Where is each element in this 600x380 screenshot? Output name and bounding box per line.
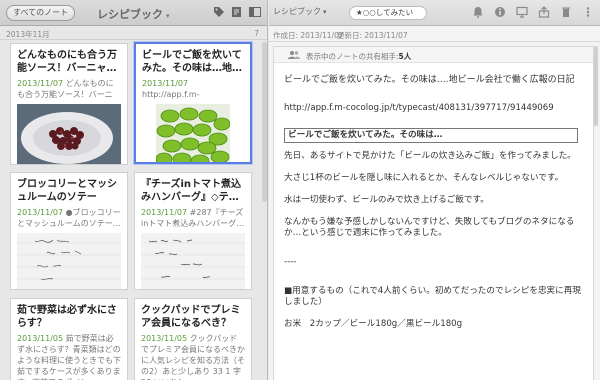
note-link[interactable]: http://app.f.m-cocolog.jp/t/typecast/408… bbox=[284, 103, 583, 114]
note-scrollbar[interactable] bbox=[594, 46, 598, 126]
present-icon[interactable] bbox=[516, 6, 528, 18]
note-thumbnail-handwriting bbox=[17, 233, 121, 289]
info-icon[interactable] bbox=[494, 6, 506, 18]
note-card-title: クックパッドでプレミア会員になるべき？ bbox=[141, 305, 241, 329]
note-list-scrollbar[interactable] bbox=[262, 42, 267, 202]
note-card-snippet: 2013/11/07 #287『チーズinトマト煮込みハンバーグ… bbox=[141, 207, 245, 229]
people-icon bbox=[288, 50, 300, 62]
note-card-title: 『チーズinトマト煮込みハンバーグ』◇テ… bbox=[141, 179, 242, 203]
note-card-title: 茹で野菜は必ず水にさらす？ bbox=[17, 305, 117, 329]
note-paragraph: 水は一切使わず、ビールのみで炊き上げるご飯です。 bbox=[284, 195, 489, 205]
note-paragraph: ■用意するもの（これで4人前くらい。初めてだったのでレシピを忠実に再現しました） bbox=[284, 286, 581, 307]
notebook-select-label: レシピブック bbox=[273, 7, 321, 16]
note-meta: 作成日: 2013/11/07 更新日: 2013/11/07 bbox=[269, 26, 600, 42]
note-card-snippet: 2013/11/07 ●ブロッコリーとマッシュルームのソテー… bbox=[17, 207, 121, 229]
note-count: 7 bbox=[254, 29, 259, 38]
note-editor-toolbar: レシピブック ▾ ★○○してみたい bbox=[269, 0, 600, 26]
bell-icon[interactable] bbox=[472, 6, 484, 18]
note-card-date: 2013/11/05 bbox=[17, 334, 64, 343]
note-card-title: ビールでご飯を炊いてみた。その味は…地… bbox=[142, 50, 242, 74]
note-paragraph: お米 2カップ／ビール180g／黒ビール180g bbox=[284, 319, 463, 329]
trash-icon[interactable] bbox=[560, 6, 572, 18]
note-thumbnail-handwriting bbox=[141, 233, 245, 289]
note-content[interactable]: ビールでご飯を炊いてみた。その味は….地ビール会社で働く広報の日記 http:/… bbox=[274, 63, 593, 330]
more-icon[interactable] bbox=[582, 6, 594, 18]
note-separator: ---- bbox=[284, 257, 297, 267]
note-card-title: どんなものにも合う万能ソース！バーニャ… bbox=[17, 50, 117, 74]
share-count: 5人 bbox=[398, 52, 412, 61]
notebook-select[interactable]: レシピブック ▾ bbox=[273, 6, 327, 17]
share-bar[interactable]: 表示中のノートの共有相手:5人 bbox=[274, 47, 593, 63]
note-card-date: 2013/11/07 bbox=[141, 208, 188, 217]
chevron-down-icon: ▾ bbox=[323, 8, 327, 16]
note-paragraph: なんかもう嫌な予感しかしないんですけど、失敗してもブログのネタになるか…という感… bbox=[284, 217, 575, 238]
note-card-snippet-text: http://app.f.m-cocolog.jp/t/typecast/40… bbox=[142, 90, 200, 99]
note-title-line: ビールでご飯を炊いてみた。その味は….地ビール会社で働く広報の日記 bbox=[284, 75, 575, 85]
note-paragraph: 先日、あるサイトで見かけた「ビールの炊き込みご飯」を作ってみました。 bbox=[284, 151, 576, 161]
note-card[interactable]: クックパッドでプレミア会員になるべき？ 2013/11/05 クックパッドでプレ… bbox=[134, 298, 252, 380]
month-header: 2013年11月 7 bbox=[0, 26, 267, 40]
note-thumbnail-beans bbox=[17, 104, 121, 164]
new-note-icon[interactable] bbox=[231, 6, 243, 18]
all-notes-button[interactable]: すべてのノート bbox=[6, 5, 76, 21]
note-card-snippet: 2013/11/05 クックパッドでプレミア会員になるべきかに人気レシピを知る方… bbox=[141, 333, 245, 380]
note-card[interactable]: ブロッコリーとマッシュルームのソテー 2013/11/07 ●ブロッコリーとマッ… bbox=[10, 172, 128, 290]
updated-date: 更新日: 2013/11/07 bbox=[337, 31, 408, 40]
note-card-snippet: 2013/11/07 http://app.f.m-cocolog.jp/t/t… bbox=[142, 78, 244, 100]
note-card[interactable]: 茹で野菜は必ず水にさらす？ 2013/11/05 茹で野菜は必ず水にさらす？青菜… bbox=[10, 298, 128, 380]
tag-icon[interactable] bbox=[213, 6, 225, 18]
note-card-snippet: 2013/11/05 茹で野菜は必ず水にさらす？青菜類はどのような料理に使うとき… bbox=[17, 333, 121, 380]
note-list-pane: すべてのノート レシピブック ▾ 2013年11月 7 どんなものにも合う万能ソー… bbox=[0, 0, 268, 380]
note-thumbnail-edamame bbox=[142, 104, 244, 162]
created-date: 作成日: 2013/11/07 bbox=[273, 31, 344, 40]
note-body[interactable]: 表示中のノートの共有相手:5人 ビールでご飯を炊いてみた。その味は….地ビール会… bbox=[273, 46, 594, 380]
note-editor-pane: レシピブック ▾ ★○○してみたい 作成日: 2013/11/07 更新日: 2… bbox=[269, 0, 600, 380]
chevron-down-icon: ▾ bbox=[166, 12, 170, 20]
note-card-date: 2013/11/07 bbox=[142, 79, 189, 88]
note-heading: ビールでご飯を炊いてみた。その味は… bbox=[284, 128, 578, 143]
share-label: 表示中のノートの共有相手: bbox=[306, 52, 399, 61]
note-card-selected[interactable]: ビールでご飯を炊いてみた。その味は…地… 2013/11/07 http://a… bbox=[134, 42, 252, 164]
note-card-date: 2013/11/07 bbox=[17, 208, 64, 217]
share-icon[interactable] bbox=[538, 6, 550, 18]
tag-chip[interactable]: ★○○してみたい bbox=[349, 6, 427, 20]
month-label: 2013年11月 bbox=[6, 30, 50, 39]
notebook-title-label: レシピブック bbox=[97, 8, 163, 21]
note-card-date: 2013/11/05 bbox=[141, 334, 188, 343]
view-toggle-icon[interactable] bbox=[249, 6, 261, 18]
note-list-toolbar: すべてのノート レシピブック ▾ bbox=[0, 0, 267, 26]
note-card-title: ブロッコリーとマッシュルームのソテー bbox=[17, 179, 117, 203]
note-card[interactable]: どんなものにも合う万能ソース！バーニャ… 2013/11/07 どんなものにも合… bbox=[10, 43, 128, 165]
note-card-snippet: 2013/11/07 どんなものにも合う万能ソース！バーニャ… bbox=[17, 78, 121, 100]
note-card-date: 2013/11/07 bbox=[17, 79, 64, 88]
notebook-title[interactable]: レシピブック ▾ bbox=[97, 6, 170, 22]
note-paragraph: 大さじ1杯のビールを隠し味に入れるとか、そんなレベルじゃないです。 bbox=[284, 173, 564, 183]
note-card[interactable]: 『チーズinトマト煮込みハンバーグ』◇テ… 2013/11/07 #287『チー… bbox=[134, 172, 252, 290]
